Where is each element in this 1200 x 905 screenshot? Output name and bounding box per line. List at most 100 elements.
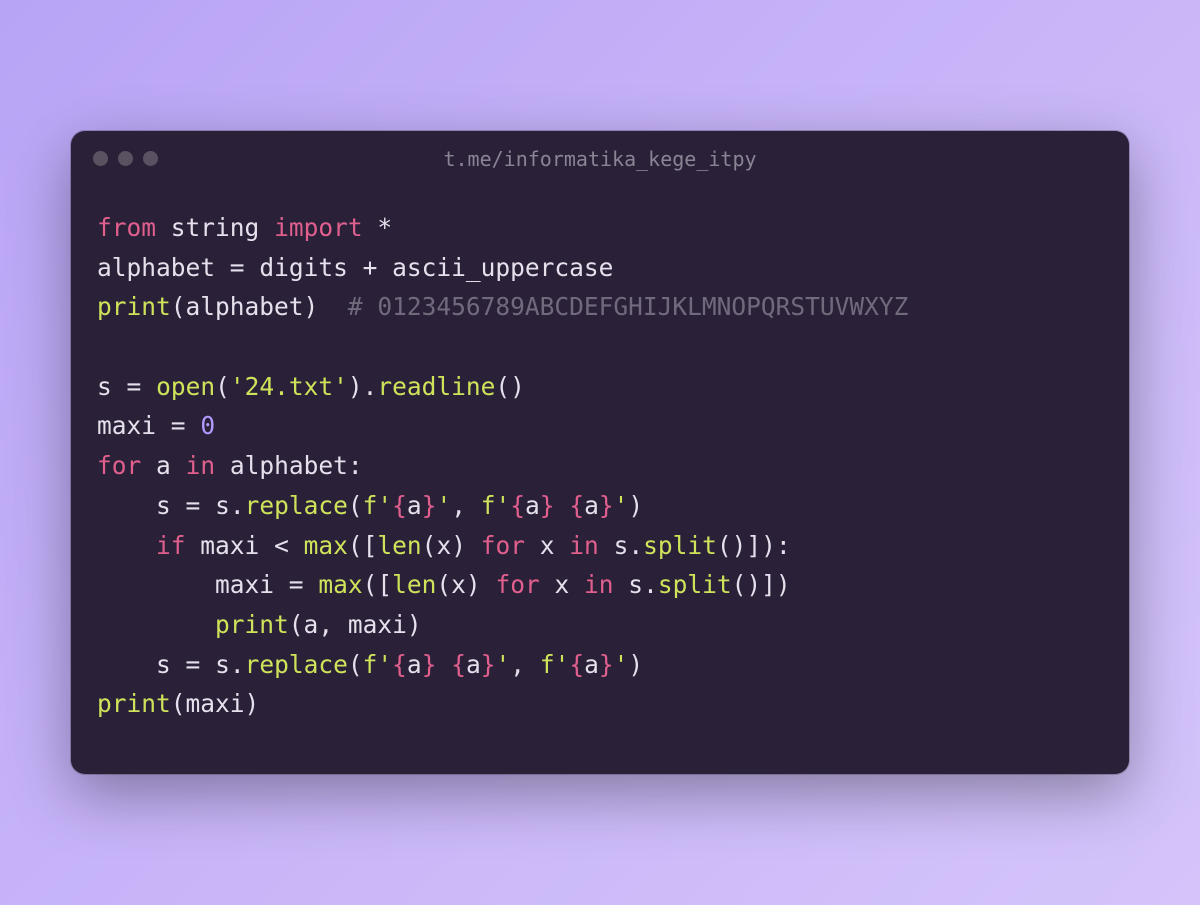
sep [318,292,348,321]
fn-print: print [97,292,171,321]
var-a: a [525,491,540,520]
indent [97,610,215,639]
kw-for: for [481,531,525,560]
var-a: a [584,491,599,520]
fn-replace: replace [245,650,348,679]
lbracket: [ [377,570,392,599]
eq: = [186,491,201,520]
var-s: s [156,650,171,679]
brace: } [422,650,437,679]
lparen: ( [171,292,186,321]
var-maxi: maxi [348,610,407,639]
brace: { [451,650,466,679]
lparen: ( [363,570,378,599]
var-maxi: maxi [200,531,259,560]
kw-for: for [495,570,539,599]
space [333,610,348,639]
rbracket: ] [761,570,776,599]
fn-max: max [304,531,348,560]
window-title: t.me/informatika_kege_itpy [71,147,1129,171]
rparen: ) [776,570,791,599]
var-s: s [97,372,112,401]
comma: , [451,491,466,520]
brace: { [569,650,584,679]
minimize-icon[interactable] [118,151,133,166]
colon: : [348,451,363,480]
rparen: ) [628,650,643,679]
code-content: from string import * alphabet = digits +… [71,186,1129,774]
space-str [436,650,451,679]
rparen: ) [628,491,643,520]
fn-split: split [658,570,732,599]
var-x: x [436,531,451,560]
kw-in: in [569,531,599,560]
colon: : [776,531,791,560]
maximize-icon[interactable] [143,151,158,166]
eq: = [289,570,304,599]
num-zero: 0 [200,411,215,440]
brace: { [392,491,407,520]
var-a: a [584,650,599,679]
brace: } [422,491,437,520]
lparen: ( [436,570,451,599]
indent [97,491,156,520]
kw-for: for [97,451,141,480]
fstr: f' [363,491,393,520]
fstr: f' [481,491,511,520]
id-ascii-upper: ascii_uppercase [392,253,613,282]
arg-maxi: maxi [186,689,245,718]
lparen: ( [422,531,437,560]
rparen: ) [451,531,466,560]
lparen: ( [289,610,304,639]
dot: . [628,531,643,560]
var-a: a [156,451,171,480]
rparen: ) [746,570,761,599]
fn-len: len [392,570,436,599]
space [525,650,540,679]
indent [97,570,215,599]
lparen: ( [495,372,510,401]
lparen: ( [732,570,747,599]
space-str [555,491,570,520]
var-maxi: maxi [97,411,156,440]
fn-print: print [215,610,289,639]
titlebar: t.me/informatika_kege_itpy [71,131,1129,186]
id-s: s [215,491,230,520]
var-x: x [554,570,569,599]
id-digits: digits [259,253,348,282]
kw-in: in [584,570,614,599]
id-s: s [614,531,629,560]
indent [97,531,156,560]
fstr: f' [540,650,570,679]
fn-replace: replace [245,491,348,520]
rparen: ) [466,570,481,599]
fn-print: print [97,689,171,718]
fn-max: max [318,570,362,599]
str-filename: '24.txt' [230,372,348,401]
eq: = [230,253,245,282]
plus: + [363,253,378,282]
var-x: x [540,531,555,560]
rparen: ) [407,610,422,639]
dot: . [643,570,658,599]
var-a: a [466,650,481,679]
kw-in: in [186,451,216,480]
close-icon[interactable] [93,151,108,166]
iter-alphabet: alphabet [230,451,348,480]
eq: = [171,411,186,440]
fstr: f' [363,650,393,679]
indent [97,650,156,679]
arg-alphabet: alphabet [186,292,304,321]
module-name: string [171,213,260,242]
brace: { [510,491,525,520]
rparen: ) [761,531,776,560]
fstr: ' [496,650,511,679]
lparen: ( [171,689,186,718]
code-window: t.me/informatika_kege_itpy from string i… [71,131,1129,774]
var-a: a [407,650,422,679]
brace: { [392,650,407,679]
rparen: ) [510,372,525,401]
fn-len: len [377,531,421,560]
lparen: ( [348,531,363,560]
id-s: s [215,650,230,679]
